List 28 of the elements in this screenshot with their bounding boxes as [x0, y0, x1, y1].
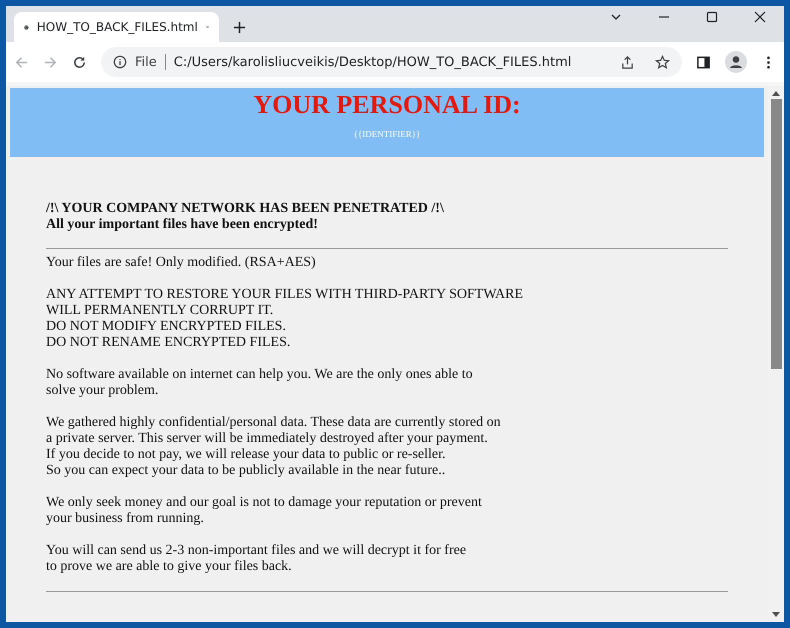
headline-text: /!\ YOUR COMPANY NETWORK HAS BEEN PENETRATED /!\	[46, 201, 445, 217]
scrollbar[interactable]	[768, 86, 784, 622]
note-paragraph: We only seek money and our goal is not to damage your reputation or prevent your business from running.	[46, 495, 483, 527]
info-icon	[113, 55, 127, 69]
headline-text: All your important files have been encrypted!	[46, 217, 319, 233]
note-paragraph: You will can send us 2-3 non-important files and we will decrypt it for free to prove we are able to give your files back.	[46, 543, 468, 575]
identifier-text: {{IDENTIFIER}}	[352, 129, 422, 139]
scroll-down-icon[interactable]	[772, 612, 780, 618]
note-paragraph: Your files are safe! Only modified. (RSA+AES)	[46, 255, 317, 271]
new-tab-icon[interactable]	[233, 21, 246, 34]
side-panel-icon[interactable]	[696, 54, 711, 70]
url-text: C:/Users/karolisliucveikis/Desktop/HOW_TO_BACK_FILES.html	[174, 54, 572, 70]
note-paragraph: ANY ATTEMPT TO RESTORE YOUR FILES WITH THIRD-PARTY SOFTWARE WILL PERMANENTLY CORRUPT IT. DO NOT MODIFY ENCRYPTED FILES. DO NOT RENAME ENCRYPTED FILES.	[46, 287, 524, 351]
page-title: YOUR PERSONAL ID:	[252, 89, 522, 121]
browser-tab[interactable]: HOW_TO_BACK_FILES.html	[14, 12, 219, 42]
note-paragraph: No software available on internet can help you. We are the only ones able to solve your problem.	[46, 367, 474, 399]
address-bar[interactable]: File C:/Users/karolisliucveikis/Desktop/HOW_TO_BACK_FILES.html	[101, 47, 682, 77]
scroll-up-icon[interactable]	[772, 90, 780, 96]
maximize-icon[interactable]	[706, 11, 718, 23]
note-paragraph: We gathered highly confidential/personal data. These data are currently stored on a private server. This server will be immediately destroyed after your payment. If you decide to not pay, we will release your data to public or re-seller. So you can expect your data to be publicly available in the near future..	[46, 415, 502, 479]
scrollbar-thumb[interactable]	[770, 99, 782, 369]
file-label: File	[135, 54, 157, 70]
tab-title: HOW_TO_BACK_FILES.html	[36, 20, 198, 34]
share-icon[interactable]	[620, 54, 635, 70]
close-icon[interactable]	[754, 11, 766, 23]
star-icon[interactable]	[655, 54, 670, 70]
profile-icon[interactable]	[725, 51, 747, 73]
reload-icon[interactable]	[72, 54, 87, 70]
